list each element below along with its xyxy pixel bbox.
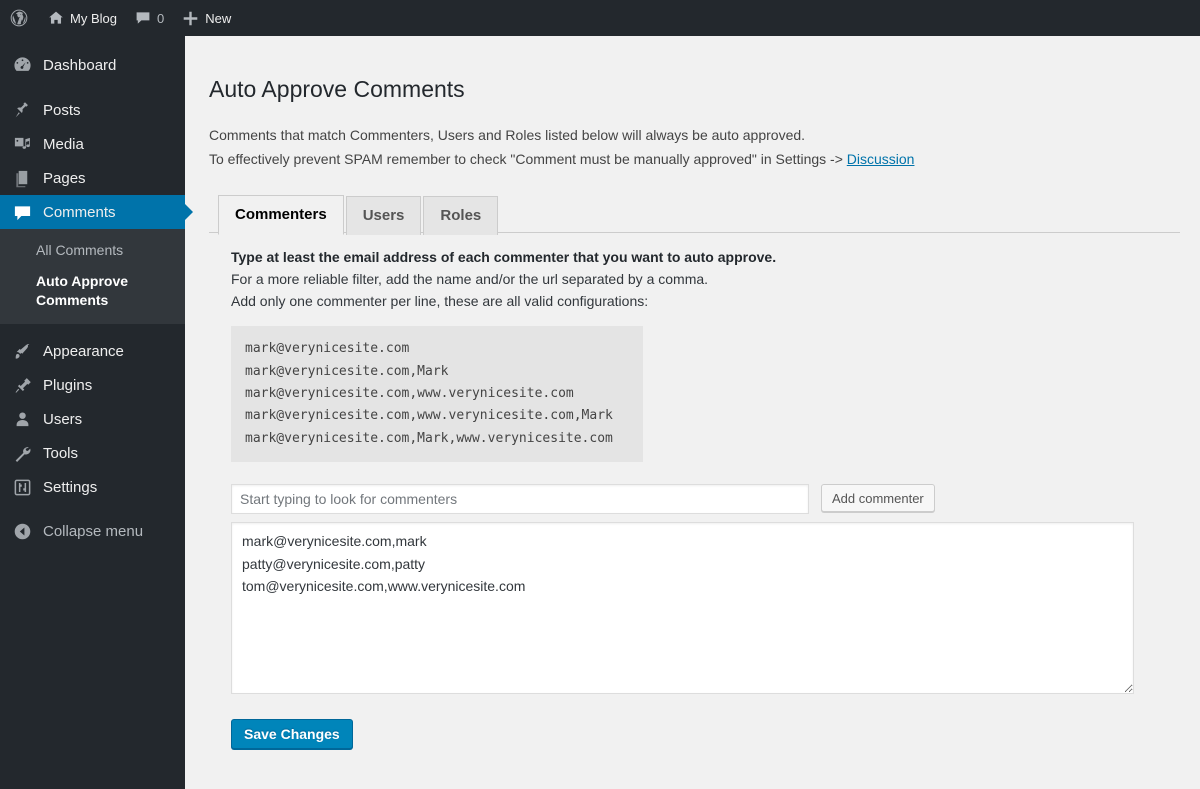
site-name-button[interactable]: My Blog <box>39 0 126 36</box>
submenu-item-all-comments[interactable]: All Comments <box>0 235 185 266</box>
comment-bubble-icon <box>135 10 151 26</box>
add-commenter-row: Add commenter <box>231 484 1180 514</box>
home-icon <box>48 10 64 26</box>
plug-icon <box>12 376 32 396</box>
sidebar-top-spacer <box>0 36 185 48</box>
tab-bar: CommentersUsersRoles <box>209 194 1180 233</box>
sidebar-item-comments[interactable]: Comments <box>0 195 185 229</box>
collapse-menu-button[interactable]: Collapse menu <box>0 515 185 549</box>
sample-configurations-block: mark@verynicesite.com mark@verynicesite.… <box>231 326 643 462</box>
collapse-menu-label: Collapse menu <box>43 523 143 540</box>
pin-icon <box>12 100 32 120</box>
wrench-icon <box>12 444 32 464</box>
discussion-settings-link[interactable]: Discussion <box>847 151 915 167</box>
tab-users[interactable]: Users <box>346 196 422 235</box>
content-inner: Auto Approve Comments Comments that matc… <box>185 36 1200 749</box>
sidebar-item-label: Dashboard <box>43 58 116 73</box>
admin-sidebar: Dashboard Posts Media Pages <box>0 36 185 789</box>
save-changes-button[interactable]: Save Changes <box>231 719 353 749</box>
sliders-icon <box>12 478 32 498</box>
intro-line-2-text: To effectively prevent SPAM remember to … <box>209 151 847 167</box>
sidebar-separator <box>0 324 185 335</box>
help-line-secondary: For a more reliable filter, add the name… <box>231 269 1180 291</box>
add-commenter-button[interactable]: Add commenter <box>821 484 935 512</box>
sidebar-item-users[interactable]: Users <box>0 403 185 437</box>
user-icon <box>12 410 32 430</box>
sidebar-item-appearance[interactable]: Appearance <box>0 335 185 369</box>
tab-roles[interactable]: Roles <box>423 196 498 235</box>
main-content-area: Auto Approve Comments Comments that matc… <box>185 36 1200 789</box>
sidebar-item-dashboard[interactable]: Dashboard <box>0 48 185 82</box>
plus-icon <box>182 10 199 27</box>
wordpress-logo-button[interactable] <box>0 0 39 36</box>
help-line-primary: Type at least the email address of each … <box>231 247 1180 269</box>
media-icon <box>12 134 32 154</box>
comment-bubble-icon <box>12 202 32 222</box>
sidebar-item-label: Media <box>43 137 84 152</box>
site-name-label: My Blog <box>70 11 117 26</box>
submenu-item-label-second-line: Comments <box>36 291 185 310</box>
sidebar-item-plugins[interactable]: Plugins <box>0 369 185 403</box>
comments-count-label: 0 <box>157 11 164 26</box>
new-content-button[interactable]: New <box>173 0 240 36</box>
commenters-list-textarea[interactable] <box>231 522 1134 694</box>
new-content-label: New <box>205 11 231 26</box>
sidebar-item-label: Settings <box>43 480 97 495</box>
pages-icon <box>12 168 32 188</box>
sidebar-item-label: Tools <box>43 446 78 461</box>
dashboard-icon <box>12 55 32 75</box>
commenters-panel: Type at least the email address of each … <box>209 233 1180 749</box>
sidebar-item-settings[interactable]: Settings <box>0 471 185 505</box>
sidebar-item-media[interactable]: Media <box>0 127 185 161</box>
sidebar-separator <box>0 82 185 93</box>
arrow-left-circle-icon <box>12 522 32 542</box>
intro-line-1: Comments that match Commenters, Users an… <box>209 125 1180 147</box>
sidebar-item-posts[interactable]: Posts <box>0 93 185 127</box>
sidebar-item-tools[interactable]: Tools <box>0 437 185 471</box>
sidebar-item-label: Posts <box>43 103 81 118</box>
intro-line-2: To effectively prevent SPAM remember to … <box>209 149 1180 171</box>
page-title: Auto Approve Comments <box>209 66 1180 109</box>
paintbrush-icon <box>12 342 32 362</box>
help-line-tertiary: Add only one commenter per line, these a… <box>231 291 1180 313</box>
wordpress-logo-icon <box>9 8 29 28</box>
sidebar-item-label: Plugins <box>43 378 92 393</box>
commenter-lookup-input[interactable] <box>231 484 809 514</box>
submenu-item-auto-approve-comments[interactable]: Auto Approve Comments <box>0 266 185 316</box>
comments-count-button[interactable]: 0 <box>126 0 173 36</box>
submenu-item-label: Auto Approve <box>36 272 185 291</box>
tab-commenters[interactable]: Commenters <box>218 195 344 235</box>
sidebar-item-pages[interactable]: Pages <box>0 161 185 195</box>
admin-bar: My Blog 0 New <box>0 0 1200 36</box>
comments-submenu: All Comments Auto Approve Comments <box>0 229 185 324</box>
sidebar-item-label: Appearance <box>43 344 124 359</box>
sidebar-item-label: Pages <box>43 171 86 186</box>
sidebar-item-label: Comments <box>43 205 116 220</box>
submenu-item-label: All Comments <box>36 242 123 258</box>
sidebar-item-label: Users <box>43 412 82 427</box>
